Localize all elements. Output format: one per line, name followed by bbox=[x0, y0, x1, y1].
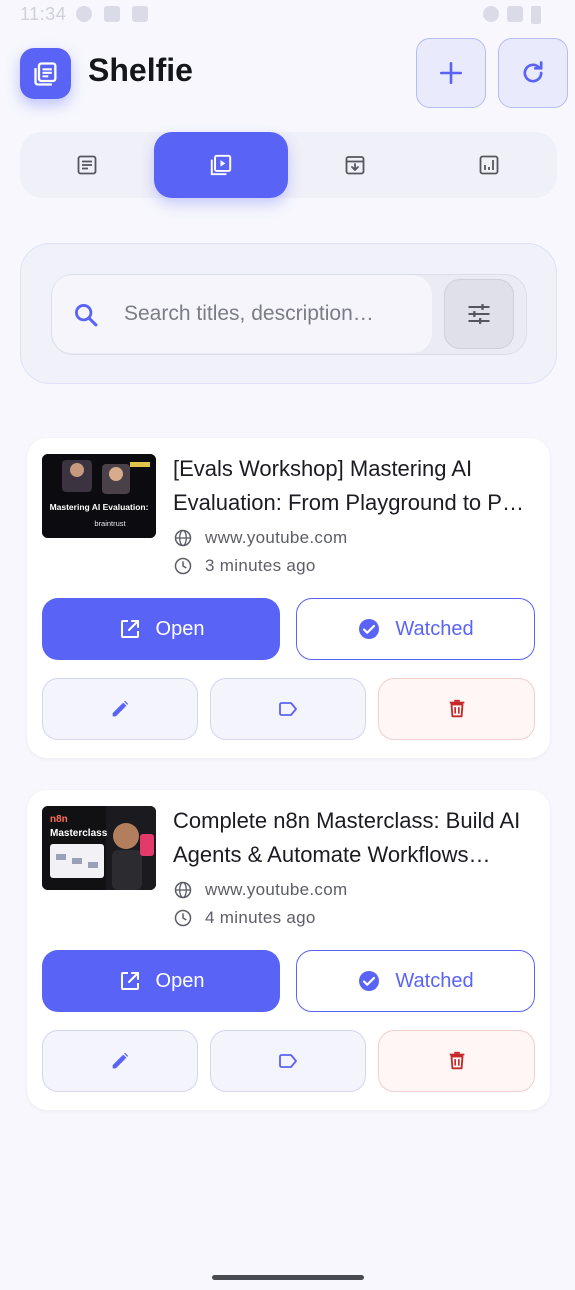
thumbnail-headline: n8n bbox=[50, 814, 68, 825]
tab-articles[interactable] bbox=[20, 132, 154, 198]
tune-icon bbox=[468, 304, 490, 324]
signal-icon bbox=[507, 6, 523, 22]
notification-icon bbox=[132, 6, 148, 22]
label-icon bbox=[279, 1054, 297, 1068]
filter-button[interactable] bbox=[444, 279, 514, 349]
search-input[interactable] bbox=[124, 295, 420, 333]
item-time: 3 minutes ago bbox=[173, 556, 316, 576]
open-button-label: Open bbox=[155, 617, 205, 640]
search-icon bbox=[75, 304, 98, 327]
tab-archive[interactable] bbox=[288, 132, 422, 198]
library-icon bbox=[33, 61, 57, 86]
battery-icon bbox=[531, 6, 541, 24]
notification-icon bbox=[76, 6, 92, 22]
thumbnail-brand: braintrust bbox=[94, 519, 126, 528]
item-title[interactable]: [Evals Workshop] Mastering AI Evaluation… bbox=[173, 452, 537, 520]
edit-button[interactable] bbox=[42, 678, 198, 740]
item-domain: www.youtube.com bbox=[173, 528, 347, 548]
delete-button[interactable] bbox=[378, 1030, 535, 1092]
watched-button-label: Watched bbox=[395, 617, 474, 640]
item-time: 4 minutes ago bbox=[173, 908, 316, 928]
plus-icon bbox=[439, 61, 463, 85]
open-in-new-icon bbox=[120, 620, 139, 638]
thumbnail-image: Mastering AI Evaluation: braintrust bbox=[42, 454, 156, 538]
check-circle-icon bbox=[359, 619, 380, 639]
item-domain-text: www.youtube.com bbox=[205, 880, 348, 899]
search-field[interactable] bbox=[52, 275, 432, 353]
item-title[interactable]: Complete n8n Masterclass: Build AI Agent… bbox=[173, 804, 537, 872]
video-thumbnail[interactable]: Mastering AI Evaluation: braintrust bbox=[42, 454, 156, 538]
item-domain: www.youtube.com bbox=[173, 880, 347, 900]
open-button[interactable]: Open bbox=[42, 950, 280, 1012]
trash-icon bbox=[449, 699, 464, 718]
tag-button[interactable] bbox=[210, 678, 366, 740]
tab-bar bbox=[20, 132, 557, 198]
status-time: 11:34 bbox=[20, 4, 67, 24]
home-indicator[interactable] bbox=[212, 1275, 364, 1280]
add-button[interactable] bbox=[416, 38, 486, 108]
app-title: Shelfie bbox=[88, 52, 193, 88]
edit-button[interactable] bbox=[42, 1030, 198, 1092]
open-in-new-icon bbox=[120, 972, 139, 990]
saved-item-card[interactable]: Mastering AI Evaluation: braintrust [Eva… bbox=[27, 438, 550, 758]
trash-icon bbox=[449, 1051, 464, 1070]
status-system-icons bbox=[483, 6, 541, 24]
status-bar: 11:34 bbox=[0, 0, 575, 28]
item-time-text: 4 minutes ago bbox=[205, 908, 316, 927]
status-notification-icons bbox=[76, 6, 148, 22]
thumbnail-image: n8n Masterclass bbox=[42, 806, 156, 890]
archive-icon bbox=[345, 156, 365, 175]
app-bar: Shelfie bbox=[0, 38, 575, 110]
watched-button[interactable]: Watched bbox=[296, 950, 535, 1012]
app-logo bbox=[20, 48, 71, 99]
open-button[interactable]: Open bbox=[42, 598, 280, 660]
refresh-icon bbox=[523, 61, 543, 83]
tab-videos[interactable] bbox=[154, 132, 288, 198]
saved-item-card[interactable]: n8n Masterclass Complete n8n Masterclass… bbox=[27, 790, 550, 1110]
check-circle-icon bbox=[359, 971, 380, 991]
clock-icon bbox=[174, 909, 192, 927]
globe-icon bbox=[174, 881, 192, 899]
notification-icon bbox=[104, 6, 120, 22]
search-box bbox=[51, 274, 527, 355]
refresh-button[interactable] bbox=[498, 38, 568, 108]
pencil-icon bbox=[112, 1052, 129, 1069]
pencil-icon bbox=[112, 700, 129, 717]
thumbnail-brand: Masterclass bbox=[50, 828, 108, 839]
item-domain-text: www.youtube.com bbox=[205, 528, 348, 547]
tab-stats[interactable] bbox=[422, 132, 556, 198]
watched-button[interactable]: Watched bbox=[296, 598, 535, 660]
globe-icon bbox=[174, 529, 192, 547]
label-icon bbox=[279, 702, 297, 716]
video-thumbnail[interactable]: n8n Masterclass bbox=[42, 806, 156, 890]
item-time-text: 3 minutes ago bbox=[205, 556, 316, 575]
search-panel bbox=[20, 243, 557, 384]
tag-button[interactable] bbox=[210, 1030, 366, 1092]
video-library-icon bbox=[210, 154, 232, 176]
stats-icon bbox=[479, 155, 499, 175]
thumbnail-headline: Mastering AI Evaluation: bbox=[50, 502, 149, 512]
article-icon bbox=[77, 155, 97, 175]
open-button-label: Open bbox=[155, 969, 205, 992]
watched-button-label: Watched bbox=[395, 969, 474, 992]
clock-icon bbox=[174, 557, 192, 575]
delete-button[interactable] bbox=[378, 678, 535, 740]
wifi-icon bbox=[483, 6, 499, 22]
